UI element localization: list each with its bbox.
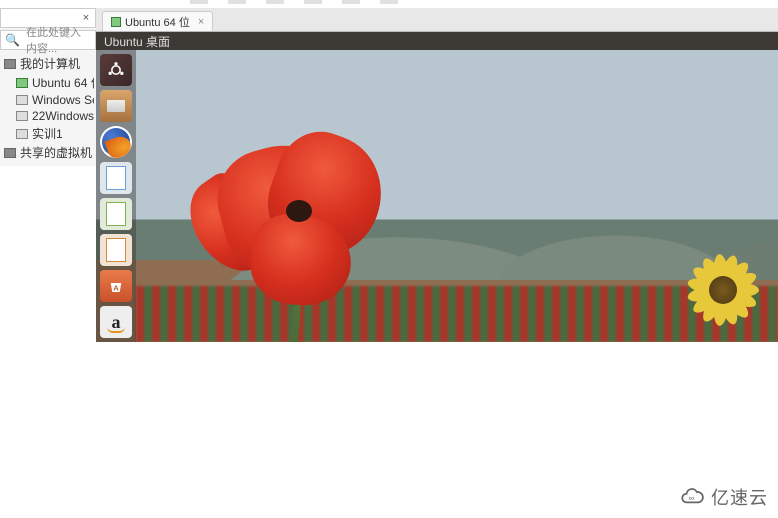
page-blank-area	[0, 342, 778, 518]
cloud-icon: ∞	[679, 484, 705, 510]
sidebar-search[interactable]: 🔍 在此处键入内容...	[0, 30, 96, 50]
vm-menubar[interactable]: Ubuntu 桌面	[96, 32, 778, 50]
monitor-icon	[4, 58, 16, 70]
tab-ubuntu[interactable]: Ubuntu 64 位 ×	[102, 11, 213, 31]
impress-icon[interactable]	[100, 234, 132, 266]
vm-item-windows-serv[interactable]: Windows Serv	[2, 92, 94, 108]
vm-off-icon	[16, 110, 28, 122]
vm-item-shixun1[interactable]: 实训1	[2, 124, 94, 143]
main-area: Ubuntu 64 位 × Ubuntu 桌面	[96, 8, 778, 342]
vm-desktop[interactable]: A a	[96, 50, 778, 342]
wallpaper-poppy	[191, 105, 401, 342]
vm-running-icon	[111, 17, 121, 27]
dash-icon[interactable]	[100, 54, 132, 86]
bag-a-icon: A	[107, 277, 125, 295]
vm-item-22windows[interactable]: 22Windows Se	[2, 108, 94, 124]
vm-tabbar: Ubuntu 64 位 ×	[96, 8, 778, 32]
vm-tree: 我的计算机 Ubuntu 64 位 Windows Serv 22Windows…	[0, 50, 96, 166]
cropped-toolbar	[190, 0, 398, 6]
tree-shared-label: 共享的虚拟机	[20, 144, 92, 161]
monitor-icon	[4, 147, 16, 159]
ubuntu-logo-icon	[106, 60, 126, 80]
watermark: ∞ 亿速云	[679, 484, 768, 510]
watermark-text: 亿速云	[711, 484, 768, 510]
vm-running-icon	[16, 77, 28, 89]
firefox-icon[interactable]	[100, 126, 132, 158]
amazon-icon[interactable]: a	[100, 306, 132, 338]
amazon-smile-icon	[107, 327, 125, 333]
calc-icon[interactable]	[100, 198, 132, 230]
writer-icon[interactable]	[100, 162, 132, 194]
vm-item-label: Windows Serv	[32, 93, 94, 107]
vm-off-icon	[16, 128, 28, 140]
tree-root-label: 我的计算机	[20, 55, 80, 72]
vm-item-label: 实训1	[32, 125, 63, 142]
tab-label: Ubuntu 64 位	[125, 14, 190, 30]
software-center-icon[interactable]: A	[100, 270, 132, 302]
vm-item-label: 22Windows Se	[32, 109, 94, 123]
tree-root-shared[interactable]: 共享的虚拟机	[2, 143, 94, 162]
vm-title: Ubuntu 桌面	[104, 33, 170, 50]
tab-close-button[interactable]: ×	[198, 16, 204, 28]
files-icon[interactable]	[100, 90, 132, 122]
vm-library-sidebar: × 🔍 在此处键入内容... 我的计算机 Ubuntu 64 位 Windows…	[0, 8, 96, 166]
wallpaper-yellow-flower	[678, 245, 768, 335]
vm-item-ubuntu[interactable]: Ubuntu 64 位	[2, 73, 94, 92]
search-icon: 🔍	[5, 33, 20, 47]
vm-off-icon	[16, 94, 28, 106]
svg-text:A: A	[113, 284, 119, 293]
svg-text:∞: ∞	[689, 493, 696, 502]
unity-launcher: A a	[96, 50, 136, 342]
search-input[interactable]: 在此处键入内容...	[22, 22, 91, 58]
vm-item-label: Ubuntu 64 位	[32, 74, 94, 91]
